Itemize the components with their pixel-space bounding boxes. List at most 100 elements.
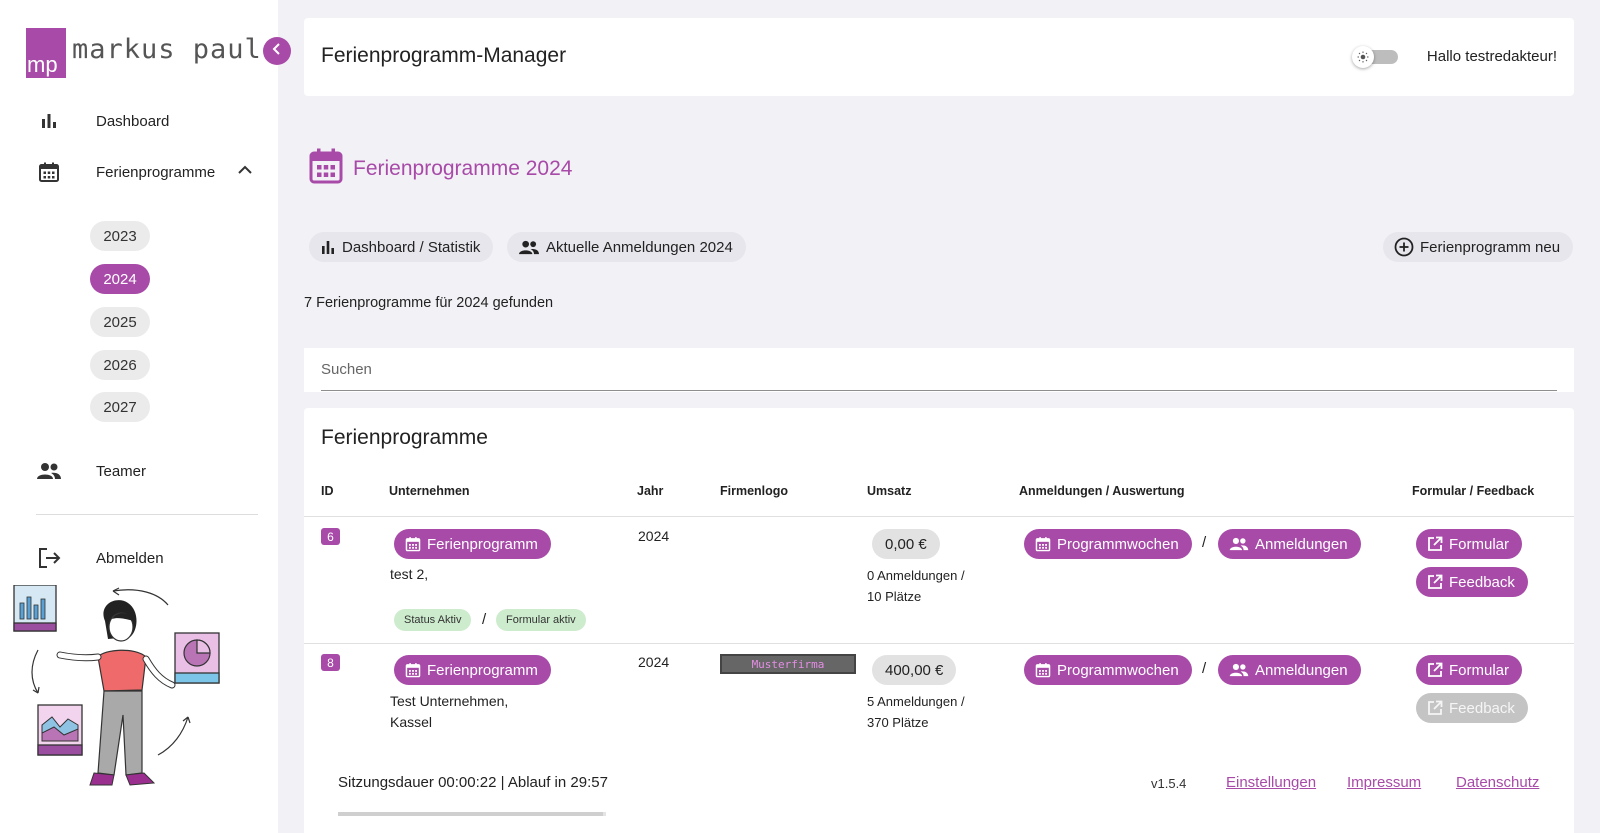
sidebar-item-teamer[interactable]: Teamer — [36, 458, 146, 484]
button-label: Anmeldungen — [1255, 535, 1348, 553]
people-icon — [1229, 663, 1249, 677]
chevron-up-icon[interactable] — [238, 162, 252, 180]
separator: / — [1202, 534, 1207, 551]
calendar-icon — [309, 148, 343, 189]
chip-label: Dashboard / Statistik — [342, 238, 481, 256]
person-illustration — [13, 585, 220, 786]
datenschutz-link[interactable]: Datenschutz — [1456, 774, 1539, 791]
plaetze-count: 10 Plätze — [867, 589, 922, 604]
formular-status-badge: Formular aktiv — [496, 609, 586, 631]
column-header-unternehmen[interactable]: Unternehmen — [389, 484, 470, 498]
external-link-icon — [1427, 536, 1443, 552]
sidebar-item-ferienprogramme[interactable]: Ferienprogramme — [36, 159, 215, 185]
year-pill-2027[interactable]: 2027 — [90, 392, 150, 422]
calendar-icon — [1035, 536, 1051, 552]
year-pill-2026[interactable]: 2026 — [90, 350, 150, 380]
collapse-sidebar-button[interactable] — [263, 37, 291, 65]
chip-label: Aktuelle Anmeldungen 2024 — [546, 238, 733, 256]
year-cell: 2024 — [638, 654, 670, 670]
column-header-anmeldungen: Anmeldungen / Auswertung — [1019, 484, 1185, 498]
calendar-icon — [405, 536, 421, 552]
formular-button[interactable]: Formular — [1416, 529, 1523, 559]
year-pill-2025[interactable]: 2025 — [90, 307, 150, 337]
session-progress-fill — [338, 812, 604, 816]
logo-text: markus paul — [72, 34, 262, 65]
ferienprogramm-button[interactable]: Ferienprogramm — [394, 529, 551, 559]
button-label: Programmwochen — [1057, 535, 1179, 553]
row-divider — [304, 643, 1574, 644]
calendar-icon — [36, 159, 62, 185]
page-heading: Ferienprogramme 2024 — [309, 148, 572, 189]
sidebar-item-dashboard[interactable]: Dashboard — [36, 108, 169, 134]
firmenlogo-image: Musterfirma — [720, 654, 856, 674]
table-title: Ferienprogramme — [321, 426, 488, 449]
status-badge: Status Aktiv — [394, 609, 472, 631]
bar-chart-icon — [36, 108, 62, 134]
external-link-icon — [1427, 700, 1443, 716]
button-label: Anmeldungen — [1255, 661, 1348, 679]
anmeldungen-count: 0 Anmeldungen / — [867, 568, 965, 583]
umsatz-value: 400,00 € — [872, 655, 957, 685]
formular-button[interactable]: Formular — [1416, 655, 1523, 685]
ferienprogramm-button[interactable]: Ferienprogramm — [394, 655, 551, 685]
sidebar-divider — [36, 514, 258, 515]
results-count: 7 Ferienprogramme für 2024 gefunden — [304, 295, 554, 311]
umsatz-value: 0,00 € — [872, 529, 940, 559]
chevron-left-icon — [272, 42, 282, 60]
year-pill-2023[interactable]: 2023 — [90, 221, 150, 251]
ferienprogramm-neu-button[interactable]: Ferienprogramm neu — [1383, 232, 1574, 262]
column-header-jahr[interactable]: Jahr — [637, 484, 663, 498]
bar-chart-icon — [320, 239, 336, 255]
sidebar-item-label: Abmelden — [96, 549, 164, 567]
user-greeting: Hallo testredakteur! — [1426, 48, 1557, 65]
company-name: Test Unternehmen, — [390, 693, 509, 709]
company-city: Kassel — [390, 714, 433, 730]
separator: / — [1202, 660, 1207, 677]
feedback-button-disabled: Feedback — [1416, 693, 1528, 723]
impressum-link[interactable]: Impressum — [1347, 774, 1421, 791]
theme-toggle[interactable] — [1352, 46, 1398, 68]
brand-logo[interactable]: mp markus paul — [26, 28, 262, 78]
search-input[interactable] — [321, 348, 1557, 391]
session-progress-bar — [338, 812, 606, 816]
sidebar-item-label: Dashboard — [96, 112, 170, 130]
column-header-firmenlogo: Firmenlogo — [720, 484, 789, 498]
chip-label: Ferienprogramm neu — [1420, 238, 1561, 256]
external-link-icon — [1427, 574, 1443, 590]
sun-icon — [1352, 46, 1374, 68]
top-bar: Ferienprogramm-Manager Hallo testredakte… — [304, 18, 1574, 96]
calendar-icon — [1035, 662, 1051, 678]
separator: / — [482, 611, 487, 628]
people-icon — [36, 458, 62, 484]
column-header-umsatz[interactable]: Umsatz — [867, 484, 911, 498]
anmeldungen-button[interactable]: Anmeldungen — [1218, 529, 1361, 559]
calendar-icon — [405, 662, 421, 678]
column-header-id[interactable]: ID — [321, 484, 334, 498]
feedback-button[interactable]: Feedback — [1416, 567, 1528, 597]
external-link-icon — [1427, 662, 1443, 678]
add-circle-icon — [1394, 237, 1414, 257]
anmeldungen-button[interactable]: Anmeldungen — [1218, 655, 1361, 685]
button-label: Formular — [1449, 661, 1510, 679]
people-icon — [1229, 537, 1249, 551]
search-box — [304, 348, 1574, 392]
programmwochen-button[interactable]: Programmwochen — [1024, 655, 1192, 685]
aktuelle-anmeldungen-chip[interactable]: Aktuelle Anmeldungen 2024 — [507, 232, 746, 262]
anmeldungen-count: 5 Anmeldungen / — [867, 694, 965, 709]
session-timer: Sitzungsdauer 00:00:22 | Ablauf in 29:57 — [338, 774, 608, 791]
company-name: test 2, — [390, 566, 429, 582]
dashboard-statistik-chip[interactable]: Dashboard / Statistik — [309, 232, 494, 262]
sidebar-item-abmelden[interactable]: Abmelden — [36, 545, 164, 571]
button-label: Programmwochen — [1057, 661, 1179, 679]
header-divider — [304, 516, 1574, 517]
einstellungen-link[interactable]: Einstellungen — [1226, 774, 1316, 791]
app-title: Ferienprogramm-Manager — [321, 44, 567, 67]
programmwochen-button[interactable]: Programmwochen — [1024, 529, 1192, 559]
button-label: Formular — [1449, 535, 1510, 553]
logo-mark: mp — [26, 28, 66, 78]
people-icon — [518, 240, 540, 255]
sidebar-item-label: Teamer — [96, 462, 147, 480]
id-badge: 8 — [321, 654, 340, 671]
year-pill-2024[interactable]: 2024 — [90, 264, 150, 294]
button-label: Feedback — [1449, 573, 1515, 591]
